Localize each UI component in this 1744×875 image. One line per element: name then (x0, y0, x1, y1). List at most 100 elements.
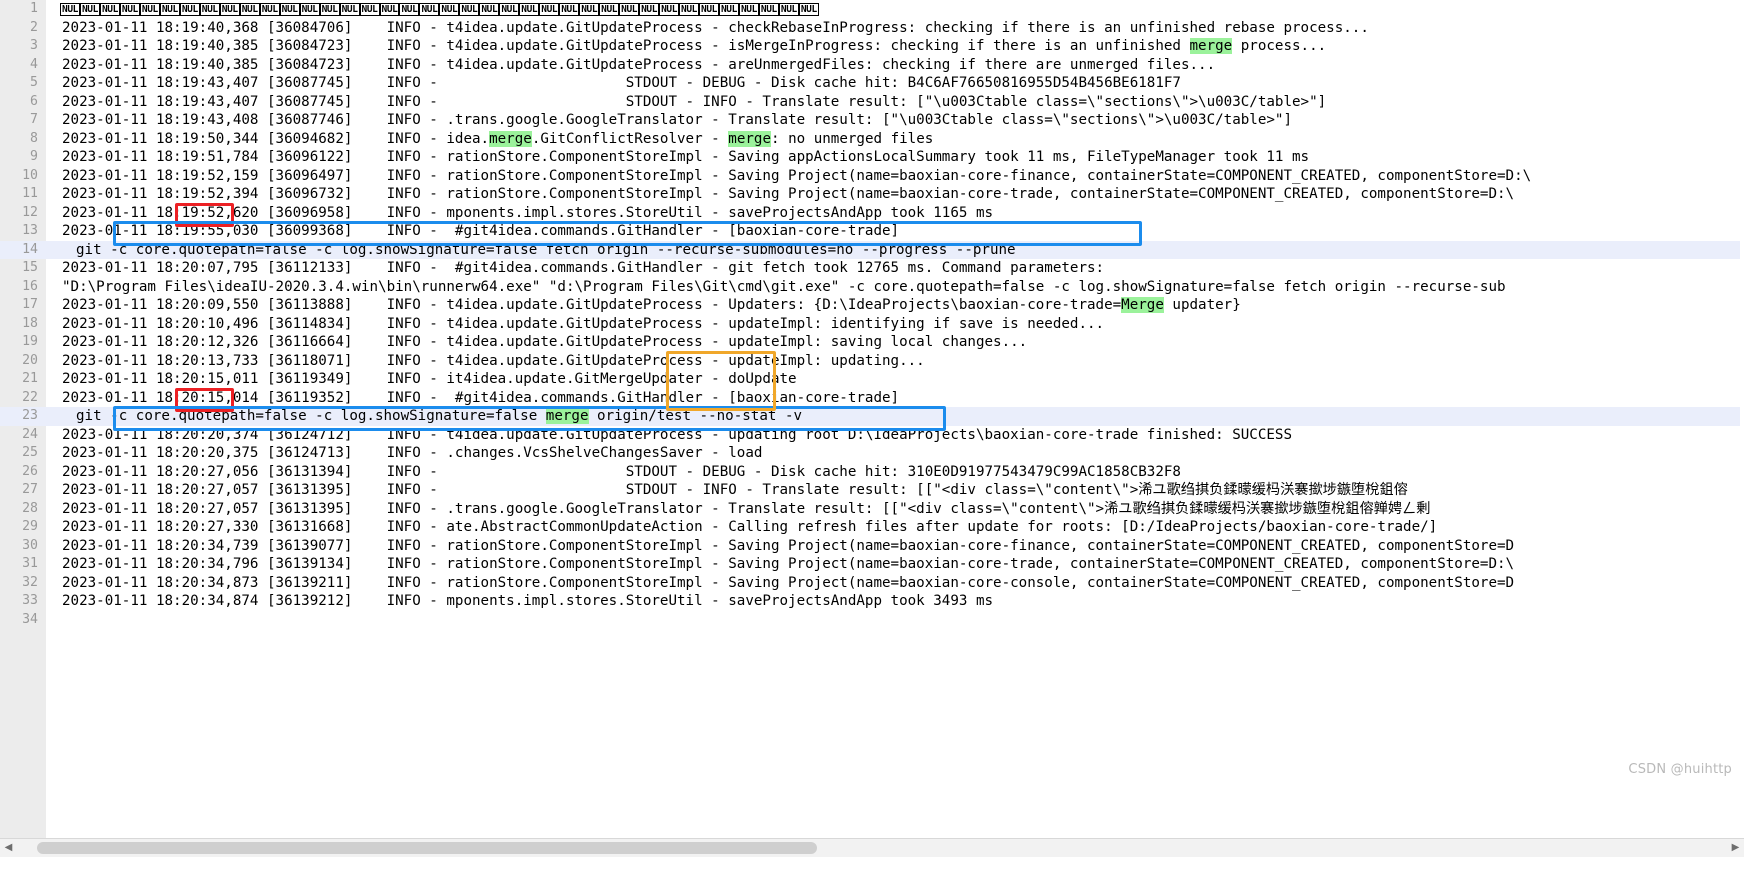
line-number: 1 (30, 1, 38, 16)
line-number: 11 (22, 186, 38, 201)
search-match-highlight: Merge (1121, 297, 1164, 313)
log-line[interactable]: 33 2023-01-11 18:20:34,874 [36139212] INF… (0, 592, 1744, 611)
log-line-text: 2023-01-11 18:20:27,330 [36131668] INFO … (62, 519, 1438, 535)
log-line-text: 2023-01-11 18:20:27,057 [36131395] INFO … (62, 482, 1408, 498)
log-line-text: 2023-01-11 18:20:15,011 [36119349] INFO … (62, 371, 797, 387)
log-line[interactable]: 28 2023-01-11 18:20:27,057 [36131395] INF… (0, 500, 1744, 519)
log-line[interactable]: 8 2023-01-11 18:19:50,344 [36094682] INFO… (0, 130, 1744, 149)
log-line[interactable]: 25 2023-01-11 18:20:20,375 [36124713] INF… (0, 444, 1744, 463)
scrollbar-track[interactable] (17, 839, 1727, 857)
log-line[interactable]: 27 2023-01-11 18:20:27,057 [36131395] INF… (0, 481, 1744, 500)
line-number: 20 (22, 352, 38, 368)
log-line[interactable]: 22 2023-01-11 18:20:15,014 [36119352] INF… (0, 389, 1744, 408)
log-line[interactable]: 5 2023-01-11 18:19:43,407 [36087745] INFO… (0, 74, 1744, 93)
log-line-text: 2023-01-11 18:20:27,056 [36131394] INFO … (62, 463, 1181, 480)
log-line[interactable]: 26 2023-01-11 18:20:27,056 [36131394] INF… (0, 463, 1744, 482)
horizontal-scrollbar[interactable]: ◀ ▶ (0, 838, 1744, 857)
nul-marker: NUL (459, 2, 480, 16)
nul-marker: NUL (778, 2, 799, 16)
line-number: 22 (22, 389, 38, 405)
editor-area[interactable]: 1 NUL NUL NUL NUL NUL NUL NUL NUL NUL NUL NUL NUL NUL… (0, 0, 1744, 838)
log-line-text: 2023-01-11 18:20:34,873 [36139211] INFO … (62, 574, 1515, 591)
log-line-text: 2023-01-11 18:19:43,407 [36087745] INFO … (62, 93, 1327, 110)
log-line[interactable]: 20 2023-01-11 18:20:13,733 [36118071] INF… (0, 352, 1744, 371)
log-line[interactable]: 19 2023-01-11 18:20:12,326 [36116664] INF… (0, 333, 1744, 352)
log-line[interactable]: 21 2023-01-11 18:20:15,011 [36119349] INF… (0, 370, 1744, 389)
line-number: 27 (22, 482, 38, 497)
log-line[interactable]: 30 2023-01-11 18:20:34,739 [36139077] INF… (0, 537, 1744, 556)
log-line-text: 2023-01-11 18:20:09,550 [36113888] INFO … (62, 297, 1241, 313)
log-line[interactable]: 2 2023-01-11 18:19:40,368 [36084706] INFO… (0, 19, 1744, 38)
log-line[interactable]: 18 2023-01-11 18:20:10,496 [36114834] INF… (0, 315, 1744, 334)
nul-marker: NUL (299, 2, 320, 16)
log-line[interactable]: 1 NUL NUL NUL NUL NUL NUL NUL NUL NUL NUL NUL NUL NUL… (0, 0, 1744, 19)
line-number: 2 (30, 19, 38, 35)
log-line[interactable]: 32 2023-01-11 18:20:34,873 [36139211] INF… (0, 574, 1744, 593)
nul-marker: NUL (639, 2, 660, 16)
watermark-text: CSDN @huihttp (1628, 762, 1732, 777)
search-match-highlight: merge (545, 408, 589, 424)
line-number: 14 (22, 241, 38, 257)
nul-marker: NUL (199, 2, 220, 16)
nul-marker: NUL (559, 2, 580, 16)
log-line[interactable]: 3 2023-01-11 18:19:40,385 [36084723] INFO… (0, 37, 1744, 56)
log-line[interactable]: 9 2023-01-11 18:19:51,784 [36096122] INFO… (0, 148, 1744, 167)
log-line[interactable]: 31 2023-01-11 18:20:34,796 [36139134] INF… (0, 555, 1744, 574)
log-line-text: 2023-01-11 18:19:51,784 [36096122] INFO … (62, 149, 1310, 165)
line-number: 9 (30, 149, 38, 164)
log-line[interactable]: 16 "D:\Program Files\ideaIU-2020.3.4.win\… (0, 278, 1744, 297)
log-line[interactable]: 6 2023-01-11 18:19:43,407 [36087745] INFO… (0, 93, 1744, 112)
log-line-text: 2023-01-11 18:20:15,014 [36119352] INFO … (62, 389, 900, 406)
nul-marker: NUL (60, 2, 80, 16)
log-line[interactable]: 4 2023-01-11 18:19:40,385 [36084723] INFO… (0, 56, 1744, 75)
line-number: 21 (22, 371, 38, 386)
nul-marker: NUL (339, 2, 360, 16)
log-line[interactable]: 10 2023-01-11 18:19:52,159 [36096497] INF… (0, 167, 1744, 186)
vertical-scrollbar[interactable] (1740, 0, 1744, 838)
nul-marker: NUL (319, 2, 340, 16)
log-line[interactable]: 17 2023-01-11 18:20:09,550 [36113888] INF… (0, 296, 1744, 315)
scrollbar-thumb[interactable] (37, 842, 817, 854)
log-line[interactable]: 11 2023-01-11 18:19:52,394 [36096732] INF… (0, 185, 1744, 204)
nul-marker: NUL (359, 2, 380, 16)
log-line-text: 2023-01-11 18:20:20,375 [36124713] INFO … (62, 445, 763, 461)
log-line[interactable]: 7 2023-01-11 18:19:43,408 [36087746] INFO… (0, 111, 1744, 130)
git-command-line[interactable]: 23 git -c core.quotepath=false -c log.sho… (0, 407, 1744, 426)
line-number: 18 (22, 315, 38, 331)
scroll-left-arrow[interactable]: ◀ (0, 839, 17, 857)
nul-marker: NUL (159, 2, 180, 16)
line-number: 15 (22, 260, 38, 275)
nul-marker: NUL (99, 2, 120, 16)
line-number: 3 (30, 38, 38, 53)
log-line-text: 2023-01-11 18:19:55,030 [36099368] INFO … (62, 223, 900, 239)
git-command-line[interactable]: 14 git -c core.quotepath=false -c log.sho… (0, 240, 1744, 259)
line-number: 24 (22, 426, 38, 442)
nul-marker: NUL (379, 2, 400, 16)
log-line[interactable]: 13 2023-01-11 18:19:55,030 [36099368] INF… (0, 222, 1744, 241)
log-line[interactable]: 12 2023-01-11 18:19:52,620 [36096958] INF… (0, 204, 1744, 223)
log-line-text: 2023-01-11 18:20:10,496 [36114834] INFO … (62, 315, 1105, 332)
nul-marker: NUL (798, 2, 819, 16)
log-line-text: 2023-01-11 18:19:43,408 [36087746] INFO … (62, 112, 1292, 128)
log-line-text: 2023-01-11 18:20:34,739 [36139077] INFO … (62, 537, 1515, 554)
nul-marker: NUL (279, 2, 300, 16)
log-line-text: 2023-01-11 18:20:07,795 [36112133] INFO … (62, 260, 1105, 276)
log-line-text: 2023-01-11 18:19:52,394 [36096732] INFO … (62, 186, 1515, 202)
scroll-right-arrow[interactable]: ▶ (1727, 839, 1744, 857)
log-line-text: 2023-01-11 18:20:12,326 [36116664] INFO … (62, 334, 1028, 350)
log-line[interactable]: 15 2023-01-11 18:20:07,795 [36112133] INF… (0, 259, 1744, 278)
log-line[interactable]: 34 (0, 611, 1744, 630)
log-line-text: 2023-01-11 18:20:20,374 [36124712] INFO … (62, 426, 1292, 443)
log-lines-container[interactable]: 1 NUL NUL NUL NUL NUL NUL NUL NUL NUL NUL NUL NUL NUL… (0, 0, 1744, 838)
nul-marker: NUL (599, 2, 620, 16)
line-number: 5 (30, 75, 38, 90)
log-line-text: 2023-01-11 18:19:40,368 [36084706] INFO … (62, 19, 1369, 36)
nul-marker: NUL (579, 2, 600, 16)
log-line[interactable]: 24 2023-01-11 18:20:20,374 [36124712] INF… (0, 426, 1744, 445)
log-viewer-window: 1 NUL NUL NUL NUL NUL NUL NUL NUL NUL NUL NUL NUL NUL… (0, 0, 1744, 875)
log-line[interactable]: 29 2023-01-11 18:20:27,330 [36131668] INF… (0, 518, 1744, 537)
line-number: 28 (22, 500, 38, 516)
log-line-text: 2023-01-11 18:19:50,344 [36094682] INFO … (62, 130, 934, 147)
log-line-text: 2023-01-11 18:20:27,057 [36131395] INFO … (62, 500, 1431, 517)
nul-marker: NUL (499, 2, 520, 16)
